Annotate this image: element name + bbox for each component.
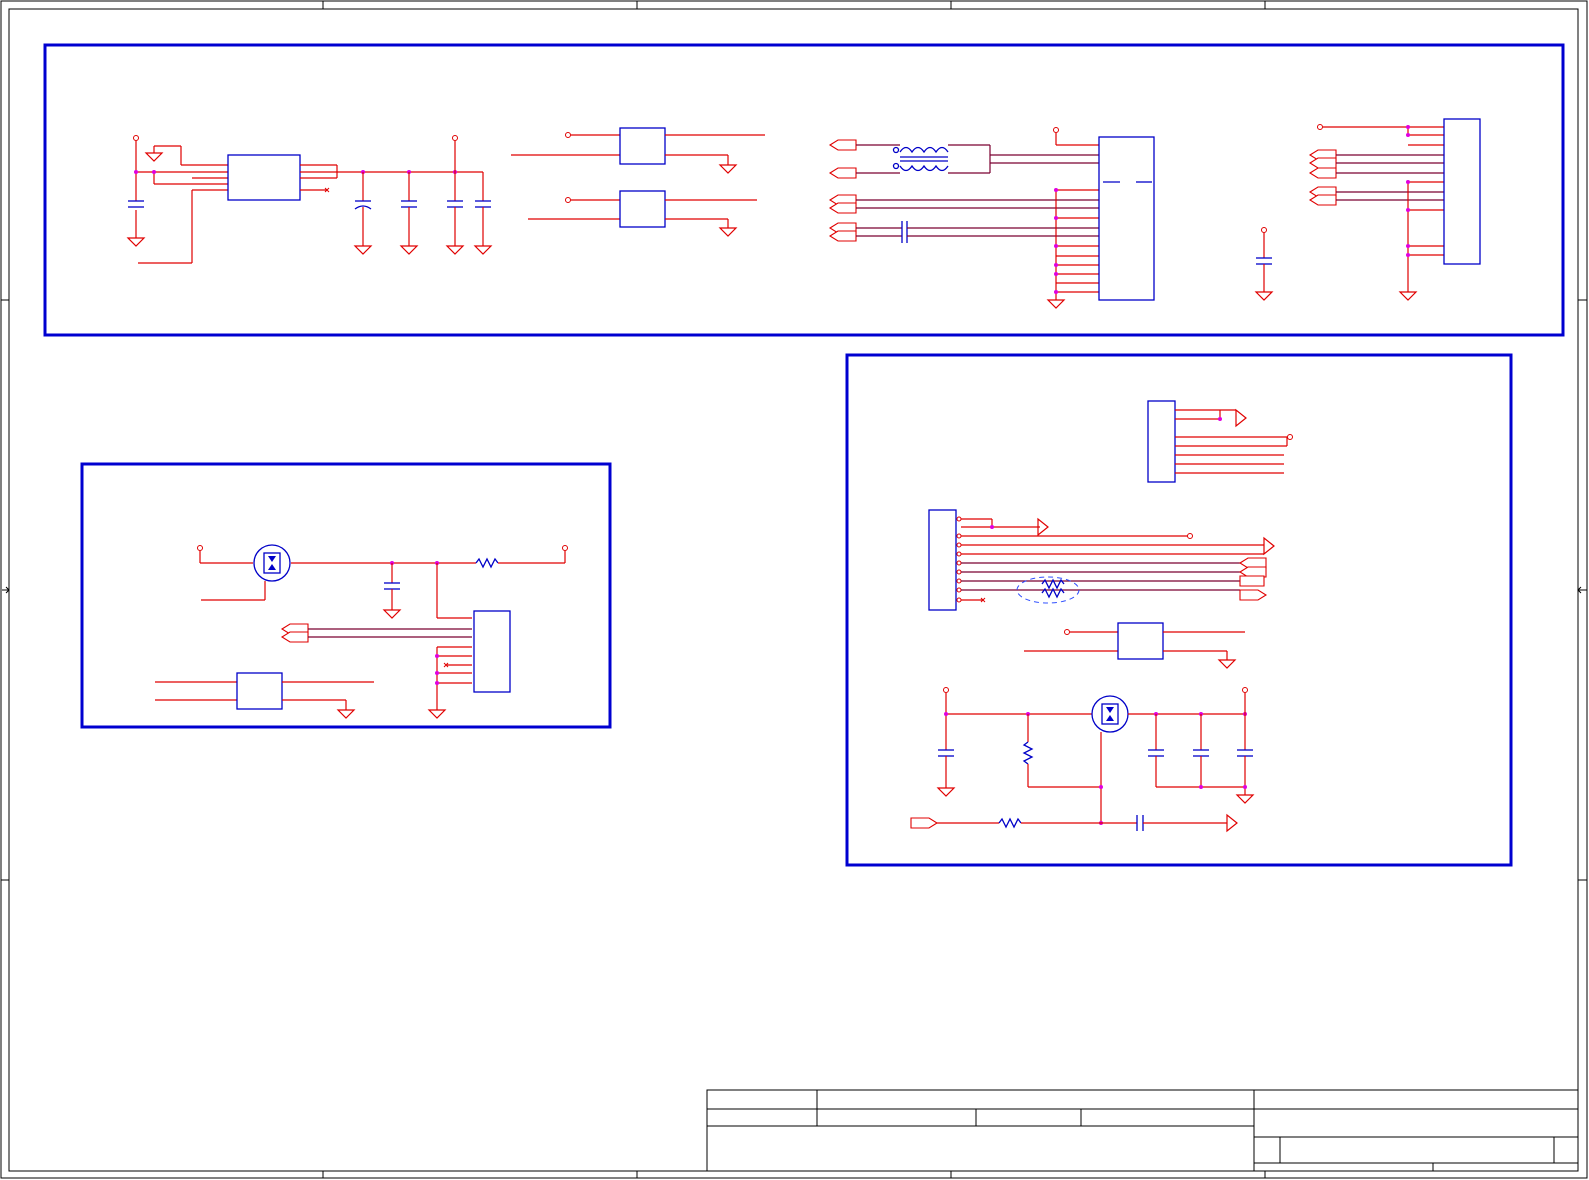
capacitor-bank bbox=[353, 172, 493, 255]
left-circuit-block bbox=[80, 462, 612, 729]
top-circuit-block bbox=[43, 43, 1565, 337]
connector-block-left bbox=[473, 610, 511, 693]
transformer-symbol bbox=[892, 146, 949, 172]
connector-block-lower bbox=[928, 509, 957, 611]
buffer-ic-1 bbox=[619, 127, 666, 165]
rj45-connector bbox=[1098, 136, 1155, 301]
buffer-group bbox=[511, 127, 765, 237]
mosfet-symbol-1 bbox=[253, 544, 291, 582]
connector-block-upper bbox=[1147, 400, 1176, 483]
buffer-ic-2 bbox=[619, 190, 666, 228]
regulator-ic bbox=[227, 154, 301, 201]
right-circuit-block bbox=[845, 353, 1513, 867]
regulator-group bbox=[126, 135, 493, 264]
pin-header bbox=[1443, 118, 1481, 265]
buffer-ic-4 bbox=[1117, 622, 1164, 660]
header-group bbox=[1254, 118, 1481, 301]
mosfet-symbol-2 bbox=[1091, 695, 1129, 733]
capacitor-symbol bbox=[128, 200, 144, 208]
buffer-ic-3 bbox=[236, 672, 283, 710]
title-block bbox=[706, 1089, 1579, 1172]
transformer-connector-group bbox=[828, 127, 1155, 309]
schematic-sheet bbox=[0, 0, 1588, 1179]
